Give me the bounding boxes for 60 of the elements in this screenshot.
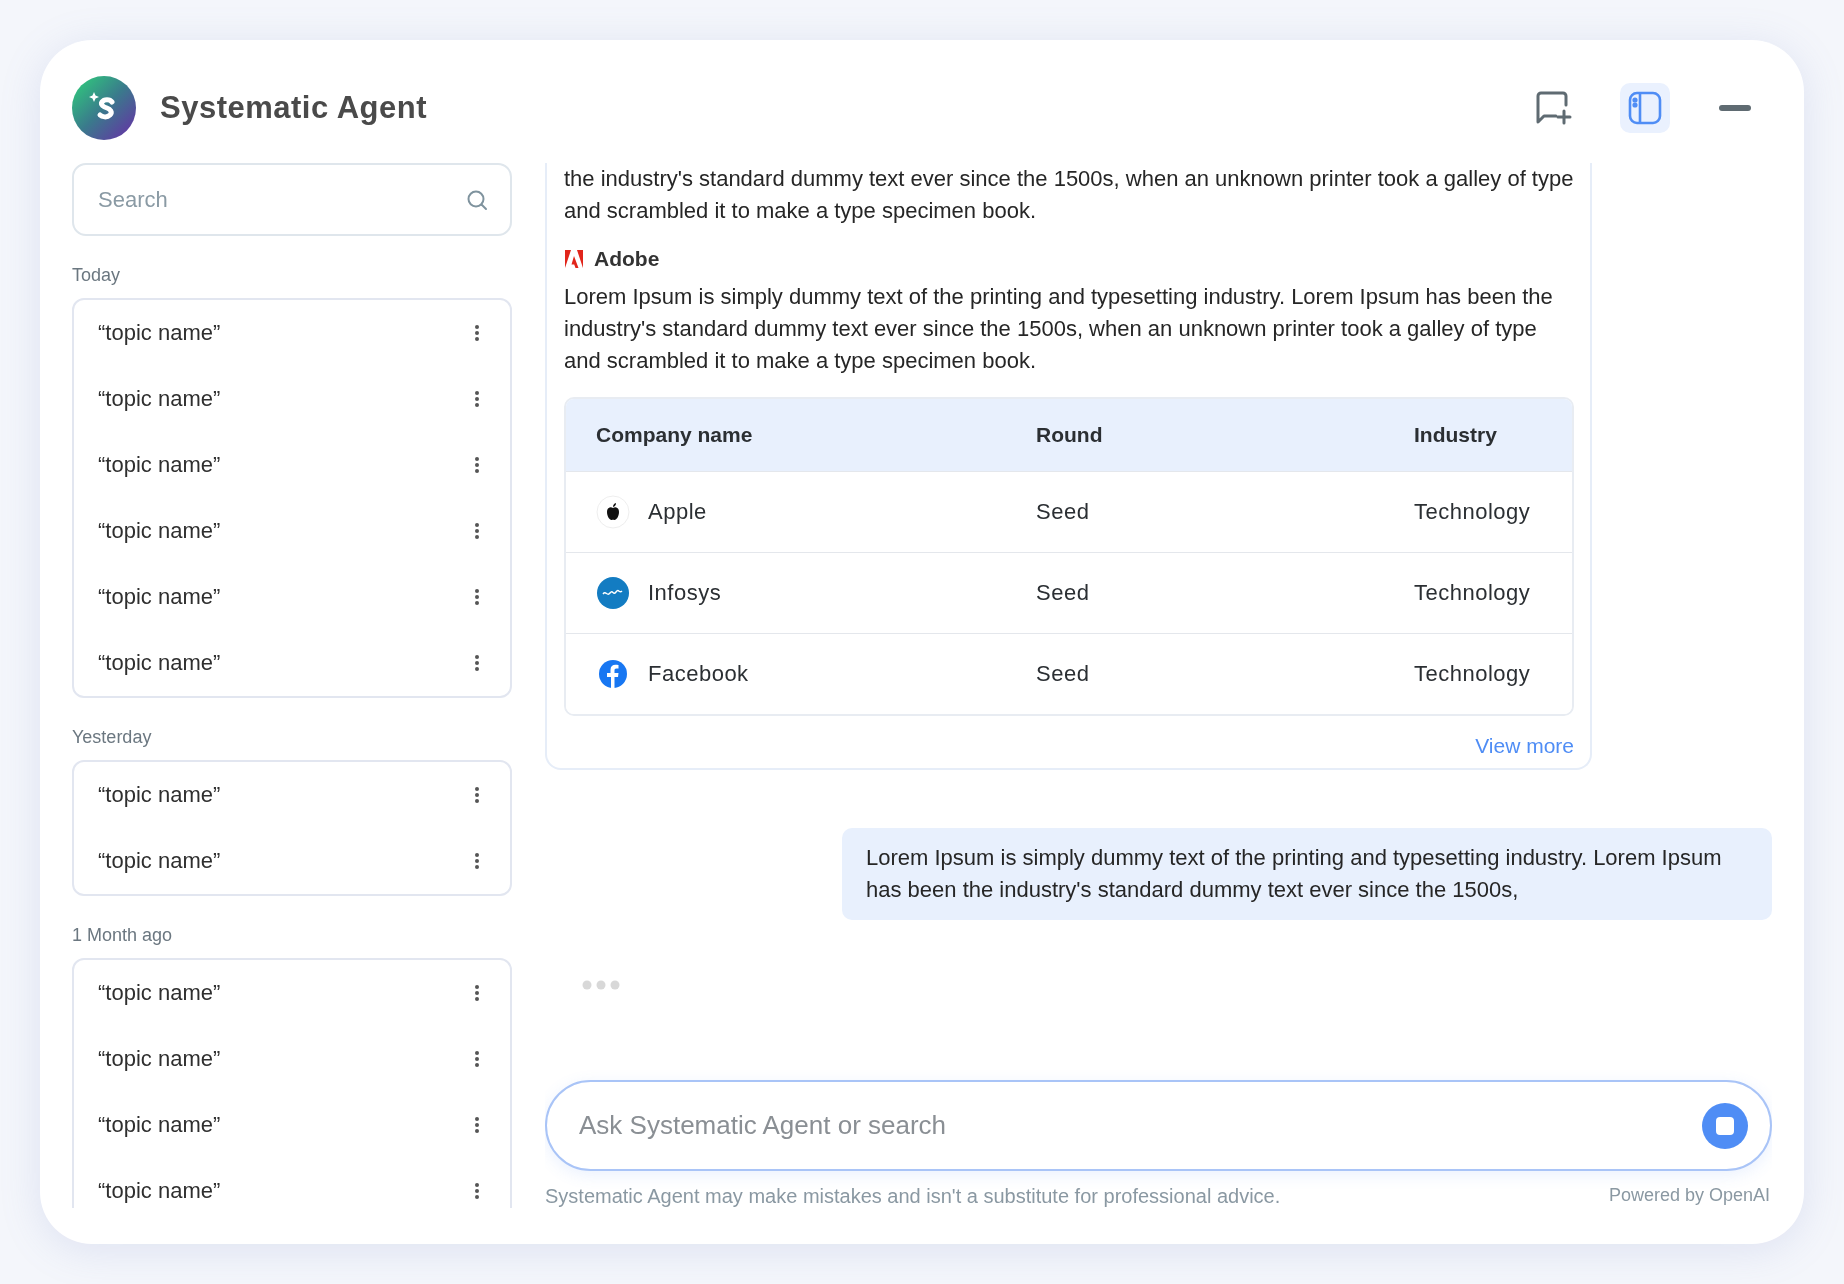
user-message: Lorem Ipsum is simply dummy text of the printing and typesetting industry. Lorem Ipsum has been the industry's standard dummy text ever since the 1500s, bbox=[842, 828, 1772, 920]
sidebar-icon bbox=[1627, 90, 1663, 126]
sidebar-button[interactable] bbox=[1620, 83, 1670, 133]
more-icon[interactable] bbox=[474, 456, 480, 474]
adobe-logo-icon bbox=[564, 250, 584, 268]
more-icon[interactable] bbox=[474, 786, 480, 804]
disclaimer-text: Systematic Agent may make mistakes and isn't a substitute for professional advice. bbox=[545, 1185, 1281, 1208]
topic-item[interactable]: “topic name” bbox=[98, 584, 221, 610]
topic-item[interactable]: “topic name” bbox=[98, 980, 221, 1006]
more-icon[interactable] bbox=[474, 984, 480, 1002]
more-icon[interactable] bbox=[474, 1116, 480, 1134]
more-icon[interactable] bbox=[474, 1182, 480, 1200]
table-cell-text: Technology bbox=[1414, 661, 1532, 687]
minimize-icon bbox=[1719, 105, 1751, 111]
table-cell-text: Technology bbox=[1414, 580, 1532, 606]
more-icon[interactable] bbox=[474, 522, 480, 540]
topic-item[interactable]: “topic name” bbox=[98, 782, 221, 808]
topic-item[interactable]: “topic name” bbox=[98, 1178, 221, 1204]
more-icon[interactable] bbox=[474, 588, 480, 606]
source-name: Adobe bbox=[594, 247, 660, 271]
group-label: Yesterday bbox=[72, 726, 153, 748]
stop-button[interactable] bbox=[1702, 1102, 1748, 1149]
column-header: Company name bbox=[596, 423, 754, 447]
table-cell: Infosys bbox=[648, 580, 722, 606]
search-icon bbox=[466, 188, 488, 211]
topic-item[interactable]: “topic name” bbox=[98, 848, 221, 874]
topic-item[interactable]: “topic name” bbox=[98, 1046, 221, 1072]
app-title: Systematic Agent bbox=[160, 90, 427, 126]
table-cell-text: Technology bbox=[1414, 499, 1532, 525]
topic-item[interactable]: “topic name” bbox=[98, 452, 221, 478]
search-box[interactable]: Search bbox=[72, 163, 512, 236]
more-icon[interactable] bbox=[474, 324, 480, 342]
search-field[interactable]: Search bbox=[96, 165, 466, 234]
more-icon[interactable] bbox=[474, 852, 480, 870]
column-header: Industry bbox=[1414, 423, 1498, 447]
table-cell-text: Seed bbox=[1036, 580, 1091, 606]
powered-by-text: Powered by OpenAI bbox=[1608, 1185, 1771, 1207]
table-cell: Apple bbox=[648, 499, 707, 525]
column-header: Round bbox=[1036, 423, 1104, 447]
answer-text: the industry's standard dummy text ever since the 1500s, when an unknown printer took a galley of type and scrambled it to make a type specimen book. bbox=[564, 165, 1574, 225]
more-icon[interactable] bbox=[474, 654, 480, 672]
new-chat-icon bbox=[1536, 91, 1574, 125]
topic-item[interactable]: “topic name” bbox=[98, 518, 221, 544]
table-cell: Facebook bbox=[648, 661, 749, 687]
stop-icon bbox=[1716, 1116, 1734, 1135]
group-label: Today bbox=[72, 264, 122, 286]
table-cell-text: Seed bbox=[1036, 499, 1091, 525]
topic-item[interactable]: “topic name” bbox=[98, 320, 221, 346]
facebook-logo-icon bbox=[596, 657, 630, 691]
more-icon[interactable] bbox=[474, 1050, 480, 1068]
app-logo-icon bbox=[72, 76, 136, 140]
answer-text: Lorem Ipsum is simply dummy text of the printing and typesetting industry. Lorem Ipsum has been the industry's standard dummy text ever since the 1500s, when an unknown printer took a galley of type and scrambled it to make a type specimen book. bbox=[564, 283, 1554, 375]
table-cell-text: Seed bbox=[1036, 661, 1091, 687]
topic-item[interactable]: “topic name” bbox=[98, 650, 221, 676]
topic-item[interactable]: “topic name” bbox=[98, 1112, 221, 1138]
group-label: 1 Month ago bbox=[72, 924, 174, 946]
infosys-logo-icon bbox=[596, 576, 630, 610]
apple-logo-icon bbox=[596, 495, 630, 529]
more-icon[interactable] bbox=[474, 390, 480, 408]
topic-item[interactable]: “topic name” bbox=[98, 386, 221, 412]
